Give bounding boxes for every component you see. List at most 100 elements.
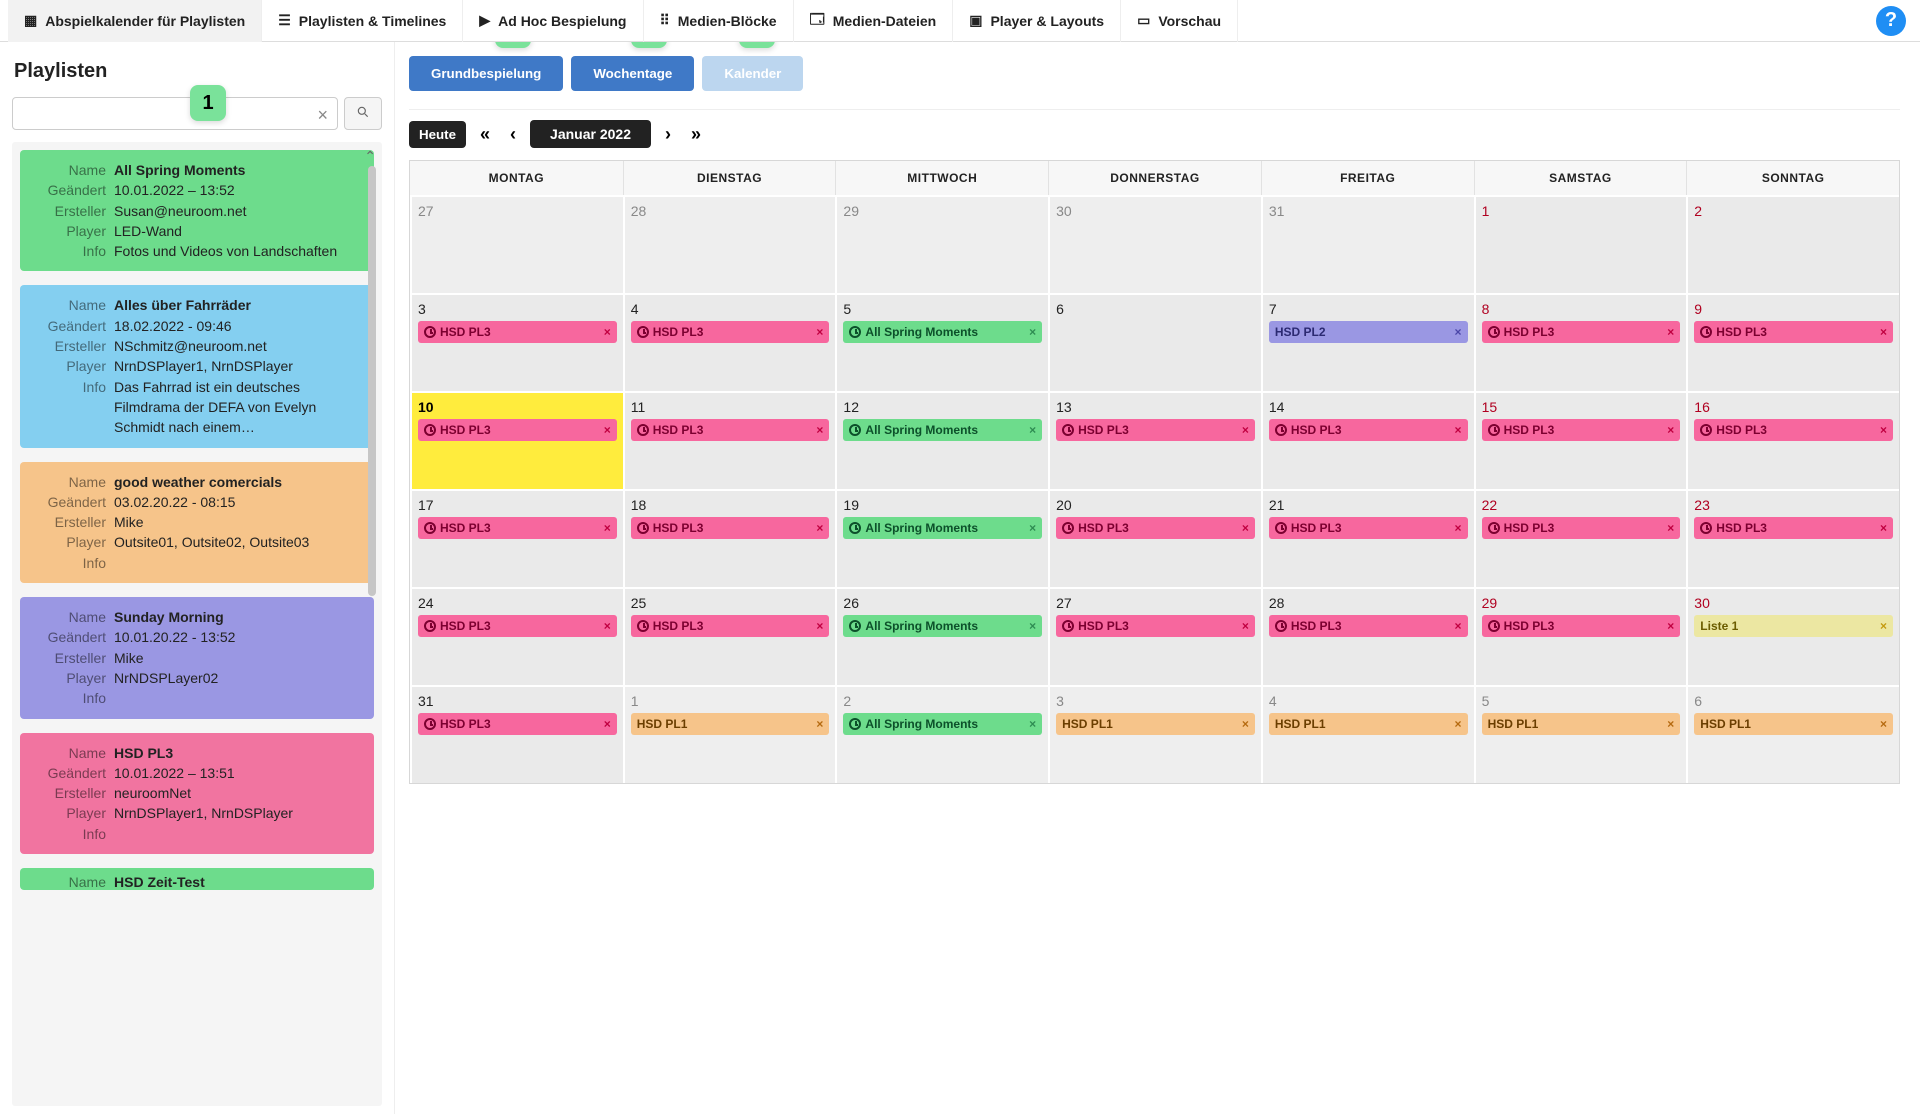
remove-chip-button[interactable]: × xyxy=(1242,423,1249,437)
remove-chip-button[interactable]: × xyxy=(1029,423,1036,437)
event-chip[interactable]: HSD PL2× xyxy=(1269,321,1468,343)
calendar-cell[interactable]: 7HSD PL2× xyxy=(1261,293,1474,391)
calendar-cell[interactable]: 1HSD PL1× xyxy=(623,685,836,783)
today-button[interactable]: Heute xyxy=(409,121,466,148)
event-chip[interactable]: HSD PL3× xyxy=(1482,517,1681,539)
event-chip[interactable]: All Spring Moments× xyxy=(843,713,1042,735)
event-chip[interactable]: HSD PL3× xyxy=(1056,419,1255,441)
calendar-cell[interactable]: 19All Spring Moments× xyxy=(835,489,1048,587)
remove-chip-button[interactable]: × xyxy=(1880,521,1887,535)
event-chip[interactable]: HSD PL3× xyxy=(1056,517,1255,539)
nav-tab[interactable]: ▶Ad Hoc Bespielung xyxy=(463,0,643,42)
calendar-cell[interactable]: 2All Spring Moments× xyxy=(835,685,1048,783)
calendar-cell[interactable]: 30 xyxy=(1048,195,1261,293)
remove-chip-button[interactable]: × xyxy=(1029,325,1036,339)
event-chip[interactable]: HSD PL3× xyxy=(631,321,830,343)
calendar-cell[interactable]: 8HSD PL3× xyxy=(1474,293,1687,391)
playlist-card[interactable]: NameSunday MorningGeändert10.01.20.22 - … xyxy=(20,597,374,718)
remove-chip-button[interactable]: × xyxy=(1455,521,1462,535)
playlist-card[interactable]: NameAll Spring MomentsGeändert10.01.2022… xyxy=(20,150,374,271)
calendar-cell[interactable]: 4HSD PL1× xyxy=(1261,685,1474,783)
next-fast-button[interactable]: » xyxy=(685,122,707,147)
nav-tab[interactable]: ☰Playlisten & Timelines xyxy=(262,0,463,42)
calendar-cell[interactable]: 24HSD PL3× xyxy=(410,587,623,685)
view-pill[interactable]: Kalender xyxy=(702,56,803,91)
calendar-cell[interactable]: 14HSD PL3× xyxy=(1261,391,1474,489)
next-button[interactable]: › xyxy=(659,122,677,147)
remove-chip-button[interactable]: × xyxy=(1880,325,1887,339)
prev-button[interactable]: ‹ xyxy=(504,122,522,147)
calendar-cell[interactable]: 6 xyxy=(1048,293,1261,391)
remove-chip-button[interactable]: × xyxy=(1029,521,1036,535)
calendar-cell[interactable]: 2 xyxy=(1686,195,1899,293)
event-chip[interactable]: HSD PL3× xyxy=(1269,517,1468,539)
calendar-cell[interactable]: 16HSD PL3× xyxy=(1686,391,1899,489)
calendar-cell[interactable]: 1 xyxy=(1474,195,1687,293)
event-chip[interactable]: HSD PL1× xyxy=(1482,713,1681,735)
event-chip[interactable]: HSD PL1× xyxy=(1694,713,1893,735)
calendar-cell[interactable]: 28HSD PL3× xyxy=(1261,587,1474,685)
clear-search-button[interactable]: × xyxy=(317,105,328,126)
view-pill[interactable]: Wochentage xyxy=(571,56,694,91)
remove-chip-button[interactable]: × xyxy=(1667,423,1674,437)
event-chip[interactable]: HSD PL3× xyxy=(631,517,830,539)
event-chip[interactable]: HSD PL3× xyxy=(1482,615,1681,637)
search-button[interactable] xyxy=(344,97,382,130)
event-chip[interactable]: HSD PL3× xyxy=(631,419,830,441)
nav-tab[interactable]: ▦Abspielkalender für Playlisten xyxy=(8,0,262,42)
event-chip[interactable]: HSD PL3× xyxy=(418,321,617,343)
event-chip[interactable]: HSD PL3× xyxy=(631,615,830,637)
view-pill[interactable]: Grundbespielung xyxy=(409,56,563,91)
calendar-cell[interactable]: 18HSD PL3× xyxy=(623,489,836,587)
calendar-cell[interactable]: 5All Spring Moments× xyxy=(835,293,1048,391)
remove-chip-button[interactable]: × xyxy=(1880,423,1887,437)
nav-tab[interactable]: ▭Vorschau xyxy=(1121,0,1238,42)
event-chip[interactable]: HSD PL3× xyxy=(1694,419,1893,441)
event-chip[interactable]: All Spring Moments× xyxy=(843,615,1042,637)
calendar-cell[interactable]: 22HSD PL3× xyxy=(1474,489,1687,587)
event-chip[interactable]: HSD PL1× xyxy=(1269,713,1468,735)
event-chip[interactable]: HSD PL3× xyxy=(418,419,617,441)
calendar-cell[interactable]: 30Liste 1× xyxy=(1686,587,1899,685)
remove-chip-button[interactable]: × xyxy=(816,717,823,731)
calendar-cell[interactable]: 10HSD PL3× xyxy=(410,391,623,489)
remove-chip-button[interactable]: × xyxy=(1029,619,1036,633)
calendar-cell[interactable]: 11HSD PL3× xyxy=(623,391,836,489)
remove-chip-button[interactable]: × xyxy=(816,325,823,339)
calendar-cell[interactable]: 21HSD PL3× xyxy=(1261,489,1474,587)
remove-chip-button[interactable]: × xyxy=(816,423,823,437)
event-chip[interactable]: All Spring Moments× xyxy=(843,321,1042,343)
remove-chip-button[interactable]: × xyxy=(604,717,611,731)
nav-tab[interactable]: ⠿Medien-Blöcke xyxy=(644,0,794,42)
remove-chip-button[interactable]: × xyxy=(1667,717,1674,731)
nav-tab[interactable]: ▣Player & Layouts xyxy=(953,0,1121,42)
event-chip[interactable]: HSD PL3× xyxy=(1269,615,1468,637)
calendar-cell[interactable]: 12All Spring Moments× xyxy=(835,391,1048,489)
remove-chip-button[interactable]: × xyxy=(1880,619,1887,633)
event-chip[interactable]: HSD PL3× xyxy=(418,517,617,539)
search-input[interactable] xyxy=(12,97,338,130)
remove-chip-button[interactable]: × xyxy=(1455,423,1462,437)
calendar-cell[interactable]: 29HSD PL3× xyxy=(1474,587,1687,685)
calendar-cell[interactable]: 17HSD PL3× xyxy=(410,489,623,587)
remove-chip-button[interactable]: × xyxy=(1455,619,1462,633)
event-chip[interactable]: HSD PL3× xyxy=(1694,517,1893,539)
event-chip[interactable]: HSD PL3× xyxy=(1482,419,1681,441)
scroll-up-icon[interactable]: ⌃ xyxy=(364,148,376,165)
calendar-cell[interactable]: 25HSD PL3× xyxy=(623,587,836,685)
calendar-cell[interactable]: 27 xyxy=(410,195,623,293)
playlist-card[interactable]: Namegood weather comercialsGeändert03.02… xyxy=(20,462,374,583)
event-chip[interactable]: Liste 1× xyxy=(1694,615,1893,637)
event-chip[interactable]: HSD PL3× xyxy=(1482,321,1681,343)
remove-chip-button[interactable]: × xyxy=(604,325,611,339)
calendar-cell[interactable]: 28 xyxy=(623,195,836,293)
scrollbar-thumb[interactable] xyxy=(368,166,376,596)
event-chip[interactable]: HSD PL3× xyxy=(1694,321,1893,343)
calendar-cell[interactable]: 20HSD PL3× xyxy=(1048,489,1261,587)
calendar-cell[interactable]: 23HSD PL3× xyxy=(1686,489,1899,587)
remove-chip-button[interactable]: × xyxy=(604,619,611,633)
prev-fast-button[interactable]: « xyxy=(474,122,496,147)
calendar-cell[interactable]: 5HSD PL1× xyxy=(1474,685,1687,783)
calendar-cell[interactable]: 26All Spring Moments× xyxy=(835,587,1048,685)
remove-chip-button[interactable]: × xyxy=(1242,619,1249,633)
